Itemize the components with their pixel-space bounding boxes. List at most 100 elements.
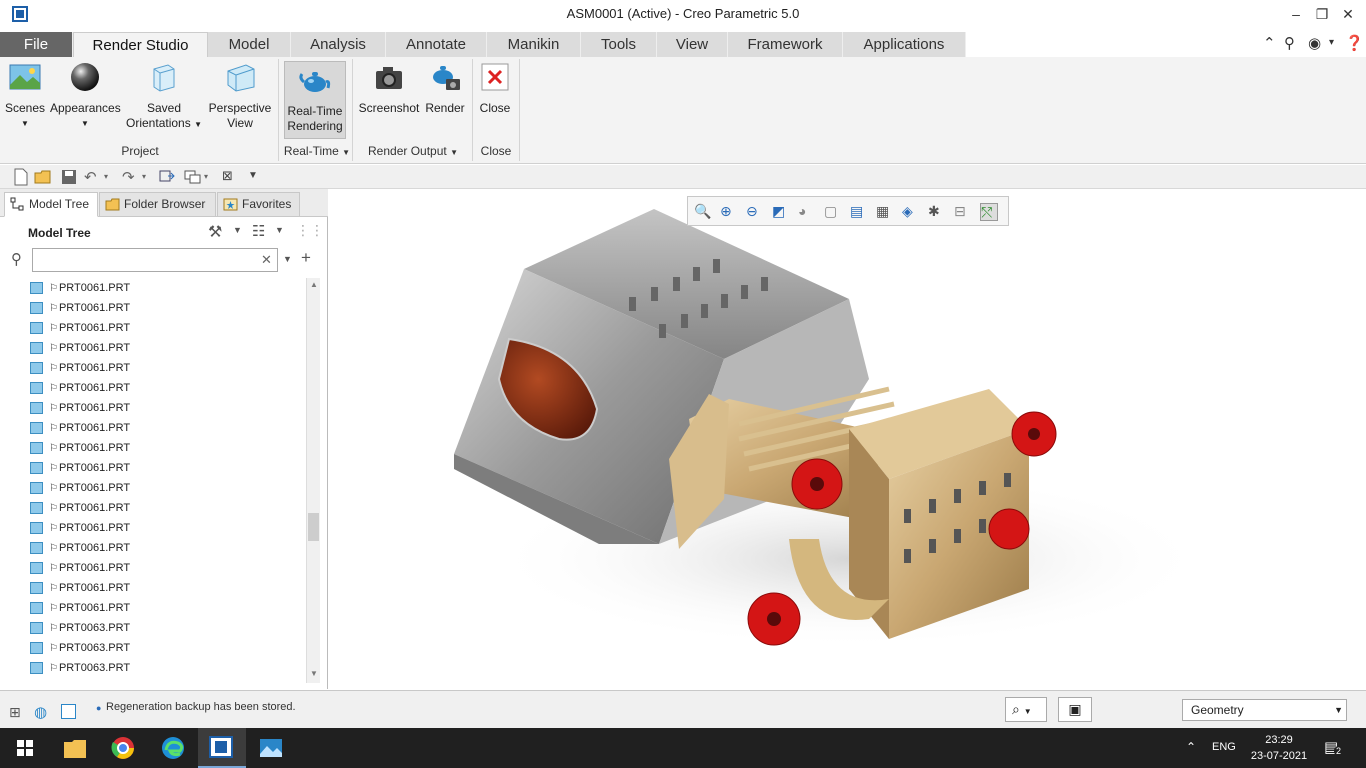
tree-item[interactable]: ⚐PRT0061.PRT: [30, 338, 130, 358]
tree-scrollbar[interactable]: ▲ ▼: [306, 278, 320, 683]
show-icon[interactable]: ☷: [252, 222, 265, 240]
filter-icon[interactable]: ⚲: [11, 250, 22, 268]
tree-item[interactable]: ⚐PRT0061.PRT: [30, 578, 130, 598]
file-explorer-icon[interactable]: [60, 734, 90, 762]
show-hidden-icons-icon[interactable]: ⌃: [1186, 740, 1196, 754]
language-indicator[interactable]: ENG: [1212, 741, 1236, 753]
section-icon[interactable]: ◈: [902, 203, 920, 221]
tab-view[interactable]: View: [657, 32, 728, 57]
scenes-dropdown-icon[interactable]: ▼: [4, 116, 46, 131]
group-render-output-label[interactable]: Render Output ▼: [356, 144, 470, 158]
find-button[interactable]: ⌕ ▼: [1005, 697, 1047, 722]
tree-item[interactable]: ⚐PRT0063.PRT: [30, 658, 130, 678]
redo-icon[interactable]: ↷: [122, 168, 140, 186]
repaint-icon[interactable]: ◩: [772, 203, 790, 221]
show-dropdown-icon[interactable]: ▼: [275, 225, 284, 235]
assembly-model[interactable]: [329, 189, 1366, 689]
tree-columns-icon[interactable]: ⋮⋮: [296, 222, 324, 239]
clock[interactable]: 23:29 23-07-2021: [1244, 732, 1314, 764]
search-icon[interactable]: ⚲: [1284, 34, 1295, 52]
tree-item[interactable]: ⚐PRT0061.PRT: [30, 558, 130, 578]
tree-item[interactable]: ⚐PRT0061.PRT: [30, 398, 130, 418]
zoom-in-icon[interactable]: ⊕: [720, 203, 738, 221]
zoom-out-icon[interactable]: ⊖: [746, 203, 764, 221]
selection-icon[interactable]: ▣: [1058, 697, 1092, 722]
tab-manikin[interactable]: Manikin: [487, 32, 581, 57]
close-window-icon[interactable]: ⊠: [222, 168, 240, 186]
datum-display-icon[interactable]: ✱: [928, 203, 946, 221]
tab-favorites[interactable]: Favorites: [217, 192, 300, 217]
add-icon[interactable]: +: [301, 248, 311, 268]
settings-icon[interactable]: ⚒: [208, 222, 222, 242]
creo-taskbar-button[interactable]: [198, 728, 246, 768]
new-icon[interactable]: [12, 168, 30, 186]
tab-tools[interactable]: Tools: [581, 32, 657, 57]
tab-annotate[interactable]: Annotate: [386, 32, 487, 57]
tab-file[interactable]: File: [0, 32, 73, 57]
perspective-icon[interactable]: ▦: [876, 203, 894, 221]
real-time-rendering-button[interactable]: Real-Time Rendering: [284, 61, 346, 139]
tree-item[interactable]: ⚐PRT0061.PRT: [30, 598, 130, 618]
tab-framework[interactable]: Framework: [728, 32, 843, 57]
undo-icon[interactable]: ↶: [84, 168, 102, 186]
render-button[interactable]: Render: [422, 61, 468, 116]
windows-start-icon[interactable]: [10, 734, 40, 762]
scroll-down-icon[interactable]: ▼: [310, 669, 318, 678]
annotation-display-icon[interactable]: ⊟: [954, 203, 972, 221]
scroll-thumb[interactable]: [308, 513, 319, 541]
tree-item[interactable]: ⚐PRT0061.PRT: [30, 538, 130, 558]
tab-model[interactable]: Model: [208, 32, 291, 57]
search-input[interactable]: [32, 248, 278, 272]
tree-item[interactable]: ⚐PRT0061.PRT: [30, 438, 130, 458]
regenerate-icon[interactable]: [158, 168, 176, 186]
full-screen-icon[interactable]: [61, 704, 76, 719]
tab-applications[interactable]: Applications: [843, 32, 966, 57]
appearances-button[interactable]: Appearances ▼: [50, 61, 121, 131]
tree-item[interactable]: ⚐PRT0061.PRT: [30, 458, 130, 478]
screenshot-button[interactable]: Screenshot: [358, 61, 420, 116]
dropdown-icon[interactable]: ▾: [1329, 37, 1334, 48]
show-navigator-icon[interactable]: ⊞: [9, 704, 21, 721]
windows-dropdown-icon[interactable]: ▾: [204, 172, 222, 190]
clear-search-icon[interactable]: ✕: [261, 252, 272, 268]
graphics-window[interactable]: 🔍 ⊕ ⊖ ◩ ◕ ▢ ▤ ▦ ◈ ✱ ⊟ ⤲: [329, 189, 1366, 689]
perspective-view-button[interactable]: Perspective View: [206, 61, 274, 131]
saved-dropdown-icon[interactable]: ▼: [194, 120, 202, 129]
save-icon[interactable]: [60, 168, 78, 186]
windows-icon[interactable]: [184, 168, 202, 186]
filter-dropdown-icon[interactable]: ▼: [283, 254, 292, 264]
tree-item[interactable]: ⚐PRT0061.PRT: [30, 418, 130, 438]
scenes-button[interactable]: Scenes ▼: [4, 61, 46, 131]
tab-folder-browser[interactable]: Folder Browser: [99, 192, 216, 217]
help-icon[interactable]: ❓: [1345, 34, 1364, 52]
customize-toolbar-icon[interactable]: ▼: [248, 170, 266, 188]
selection-filter-select[interactable]: Geometry ▼: [1182, 699, 1347, 721]
saved-orientations-icon[interactable]: ▢: [824, 203, 842, 221]
close-window-button[interactable]: ✕: [1333, 4, 1363, 24]
scroll-up-icon[interactable]: ▲: [310, 280, 318, 289]
view-manager-icon[interactable]: ▤: [850, 203, 868, 221]
collapse-ribbon-icon[interactable]: ⌃: [1263, 34, 1276, 52]
close-render-button[interactable]: Close: [476, 61, 514, 116]
browser-icon[interactable]: ◍: [34, 703, 47, 721]
tree-item[interactable]: ⚐PRT0061.PRT: [30, 278, 130, 298]
notifications-icon[interactable]: ▤ 2: [1324, 738, 1344, 756]
tree-item[interactable]: ⚐PRT0061.PRT: [30, 358, 130, 378]
spin-center-icon[interactable]: ⤲: [980, 203, 998, 221]
appearances-dropdown-icon[interactable]: ▼: [50, 116, 120, 131]
edge-icon[interactable]: [158, 734, 188, 762]
tree-item[interactable]: ⚐PRT0061.PRT: [30, 298, 130, 318]
display-style-icon[interactable]: ◕: [798, 203, 816, 221]
community-icon[interactable]: ◉: [1308, 34, 1321, 52]
tree-item[interactable]: ⚐PRT0063.PRT: [30, 638, 130, 658]
tree-item[interactable]: ⚐PRT0061.PRT: [30, 518, 130, 538]
photos-icon[interactable]: [256, 734, 286, 762]
tree-item[interactable]: ⚐PRT0061.PRT: [30, 478, 130, 498]
tab-render-studio[interactable]: Render Studio: [73, 32, 208, 57]
refit-icon[interactable]: 🔍: [694, 203, 712, 221]
group-realtime-label[interactable]: Real-Time ▼: [282, 144, 352, 158]
tree-item[interactable]: ⚐PRT0061.PRT: [30, 498, 130, 518]
tree-item[interactable]: ⚐PRT0061.PRT: [30, 318, 130, 338]
chrome-icon[interactable]: [108, 734, 138, 762]
tree-item[interactable]: ⚐PRT0063.PRT: [30, 618, 130, 638]
